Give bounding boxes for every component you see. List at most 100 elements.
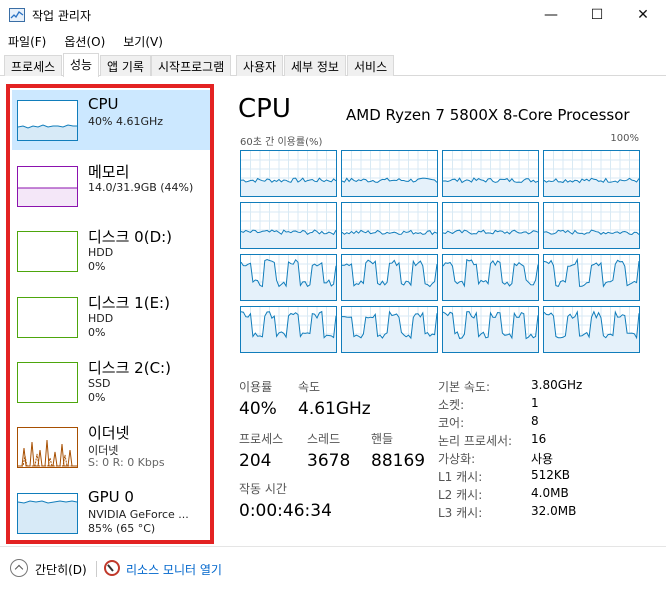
spec-label: 기본 속도: [438,380,491,394]
spec-value: 1 [531,396,539,410]
tab-users[interactable]: 사용자 [236,55,284,76]
maximize-button[interactable]: ☐ [574,0,620,30]
resource-item-disk-1[interactable]: 디스크 1(E:) HDD 0% [12,287,210,347]
spec-value: 512KB [531,468,571,482]
close-button[interactable]: ✕ [620,0,666,30]
resource-detail: NVIDIA GeForce ... [88,508,189,521]
logical-processor-graphs [240,150,640,354]
tab-startup[interactable]: 시작프로그램 [151,55,232,76]
task-manager-icon [9,8,25,22]
resource-item-gpu[interactable]: GPU 0 NVIDIA GeForce ... 85% (65 °C) [12,483,210,540]
spec-label: 논리 프로세서: [438,434,513,448]
resource-usage: 85% (65 °C) [88,522,156,535]
resource-name: GPU 0 [88,488,134,506]
logical-processor-graph [341,150,438,197]
tab-performance[interactable]: 성능 [63,53,100,77]
processes-label: 프로세스 [239,432,284,446]
disk-1-thumbnail-graph [17,297,78,338]
resource-name: 메모리 [88,163,130,181]
logical-processor-graph [543,306,640,353]
logical-processor-graph [341,202,438,249]
minimize-button[interactable]: — [528,0,574,30]
uptime-label: 작동 시간 [239,482,287,496]
tab-processes[interactable]: 프로세스 [4,55,63,76]
gpu-thumbnail-graph [17,493,78,534]
resource-item-cpu[interactable]: CPU 40% 4.61GHz [12,90,210,150]
window-title: 작업 관리자 [32,9,92,23]
resource-name: 디스크 0(D:) [88,228,173,246]
resource-usage: 0% [88,326,106,339]
title-bar: 작업 관리자 — ☐ ✕ [0,0,666,30]
resource-name: 디스크 2(C:) [88,359,171,377]
cpu-thumbnail-graph [17,100,78,141]
disk-0-thumbnail-graph [17,231,78,272]
logical-processor-graph [442,254,539,301]
graph-max-label: 100% [610,133,639,144]
menu-view[interactable]: 보기(V) [123,33,163,50]
utilization-label: 이용률 [239,380,273,394]
tab-services[interactable]: 서비스 [347,55,395,76]
spec-value: 4.0MB [531,486,569,500]
logical-processor-graph [240,254,337,301]
resource-detail: 14.0/31.9GB (44%) [88,181,194,194]
tab-details[interactable]: 세부 정보 [284,55,346,76]
menu-bar: 파일(F) 옵션(O) 보기(V) [0,30,666,52]
resource-name: 디스크 1(E:) [88,294,170,312]
resource-detail: 40% 4.61GHz [88,115,164,128]
tab-bar: 프로세스 성능 앱 기록 시작프로그램 사용자 세부 정보 서비스 [0,53,666,77]
spec-value: 8 [531,414,539,428]
logical-processor-graph [240,202,337,249]
resource-item-disk-2[interactable]: 디스크 2(C:) SSD 0% [12,352,210,412]
logical-processor-graph [240,306,337,353]
memory-thumbnail-graph [17,166,78,207]
tab-app-history[interactable]: 앱 기록 [100,55,151,76]
logical-processor-graph [543,150,640,197]
resource-detail: SSD [88,377,111,390]
spec-label: 코어: [438,416,465,430]
spec-value: 32.0MB [531,504,577,518]
utilization-value: 40% [239,399,277,419]
speed-value: 4.61GHz [298,399,371,419]
uptime-value: 0:00:46:34 [239,501,332,521]
spec-label: L2 캐시: [438,488,483,502]
detail-title: CPU [238,94,291,124]
logical-processor-graph [543,202,640,249]
resource-usage: 0% [88,391,106,404]
resource-name: 이더넷 [88,424,130,442]
open-resource-monitor-link[interactable]: 리소스 모니터 열기 [126,561,222,578]
menu-options[interactable]: 옵션(O) [64,33,105,50]
spec-label: L3 캐시: [438,506,483,520]
spec-label: 소켓: [438,398,465,412]
logical-processor-graph [341,254,438,301]
spec-value: 사용 [531,452,554,466]
fewer-details-button[interactable]: 간단히(D) [35,561,87,578]
resource-detail: HDD [88,312,114,325]
logical-processor-graph [543,254,640,301]
resource-usage: 0% [88,260,106,273]
resource-item-disk-0[interactable]: 디스크 0(D:) HDD 0% [12,221,210,281]
spec-label: L1 캐시: [438,470,483,484]
threads-label: 스레드 [307,432,341,446]
footer: 간단히(D) 리소스 모니터 열기 [0,546,666,593]
processor-model: AMD Ryzen 7 5800X 8-Core Processor [346,106,630,124]
resource-item-memory[interactable]: 메모리 14.0/31.9GB (44%) [12,156,210,216]
disk-2-thumbnail-graph [17,362,78,403]
performance-view: CPU 40% 4.61GHz 메모리 14.0/31.9GB (44%) 디스… [0,76,666,546]
logical-processor-graph [442,306,539,353]
footer-divider [96,561,97,577]
resource-item-ethernet[interactable]: 이더넷 이더넷 S: 0 R: 0 Kbps [12,417,210,477]
resource-detail: HDD [88,246,114,259]
threads-value: 3678 [307,451,351,471]
resource-name: CPU [88,95,119,113]
graph-axis-label: 60초 간 이용률(%) [240,137,323,148]
spec-label: 가상화: [438,452,476,466]
menu-file[interactable]: 파일(F) [8,33,46,50]
logical-processor-graph [442,202,539,249]
chevron-up-icon[interactable] [10,559,28,577]
ethernet-thumbnail-graph [17,427,78,468]
resource-usage: S: 0 R: 0 Kbps [88,456,165,469]
resource-monitor-icon[interactable] [104,560,120,576]
logical-processor-graph [341,306,438,353]
handles-value: 88169 [371,451,426,471]
handles-label: 핸들 [371,432,394,446]
